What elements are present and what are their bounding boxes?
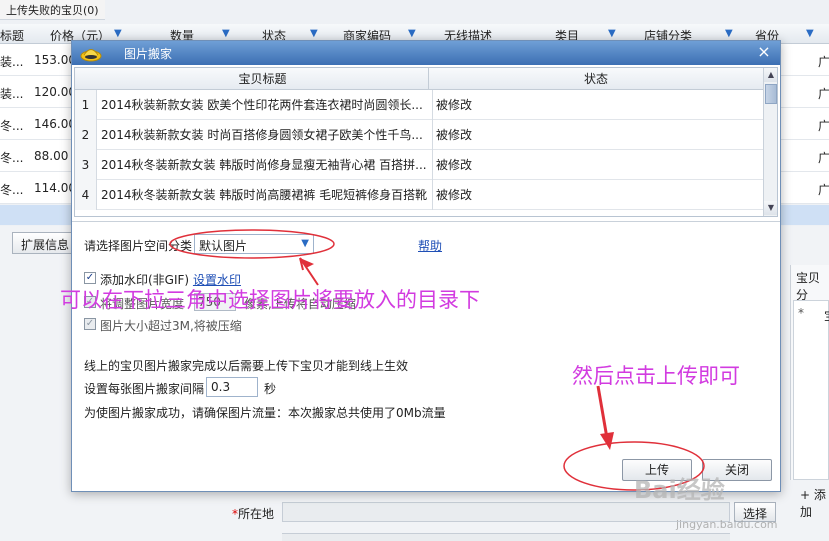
- location-label: *所在地: [232, 507, 275, 521]
- right-panel-inner-text: 宝: [824, 307, 829, 324]
- filter-icon[interactable]: ▼: [222, 28, 230, 39]
- location-field[interactable]: [282, 502, 730, 522]
- row-title: 2014秋冬装新款女装 韩版时尚修身显瘦无袖背心裙 百搭拼...: [101, 158, 427, 172]
- row-title: 2014秋装新款女装 欧美个性印花两件套连衣裙时尚圆领长...: [101, 98, 423, 112]
- row-status: 被修改: [432, 150, 732, 180]
- right-panel-list[interactable]: 宝: [793, 300, 829, 480]
- interval-unit: 秒: [264, 382, 277, 396]
- online-note: 线上的宝贝图片搬家完成以后需要上传下宝贝才能到线上生效: [84, 359, 409, 373]
- grid-row[interactable]: 2 2014秋装新款女装 时尚百搭修身圆领女裙子欧美个性千鸟... 被修改: [75, 120, 763, 150]
- app-logo-icon: [80, 49, 102, 62]
- dropdown-tip: 可以在下拉三角中选择图片将要放入的目录下: [60, 288, 480, 312]
- scroll-down-icon[interactable]: ▼: [764, 201, 777, 215]
- col-title[interactable]: 标题: [0, 27, 24, 44]
- category-value: 默认图片: [199, 239, 248, 253]
- required-mark: *: [798, 306, 804, 320]
- grid-scrollbar[interactable]: ▲ ▼: [763, 68, 777, 216]
- failed-upload-tab[interactable]: 上传失败的宝贝(0): [0, 0, 105, 20]
- image-move-dialog: 图片搬家 × 宝贝标题 状态 1 2014秋装新款女装 欧美个性印花两件套连衣裙…: [71, 40, 781, 492]
- add-button[interactable]: + 添加: [800, 486, 829, 520]
- scroll-thumb[interactable]: [765, 84, 777, 104]
- row-number: 2: [75, 120, 97, 150]
- product-grid: 宝贝标题 状态 1 2014秋装新款女装 欧美个性印花两件套连衣裙时尚圆领长..…: [74, 67, 778, 217]
- dialog-title: 图片搬家: [124, 47, 173, 61]
- category-select[interactable]: 默认图片 ▼: [194, 234, 314, 254]
- help-link[interactable]: 帮助: [418, 237, 442, 254]
- close-icon[interactable]: ×: [754, 42, 774, 62]
- row-number: 3: [75, 150, 97, 180]
- row-title: 2014秋装新款女装 时尚百搭修身圆领女裙子欧美个性千鸟...: [101, 128, 423, 142]
- compress-label: 图片大小超过3M,将被压缩: [100, 319, 242, 333]
- dropdown-arrow-icon[interactable]: ▼: [301, 238, 309, 249]
- interval-input[interactable]: 0.3: [206, 377, 258, 397]
- grid-col-title[interactable]: 宝贝标题: [97, 68, 429, 90]
- baidu-watermark-logo: Bai经验: [634, 476, 725, 504]
- filter-icon[interactable]: ▼: [408, 28, 416, 39]
- row-status: 被修改: [432, 180, 732, 210]
- baidu-watermark-url: jingyan.baidu.com: [676, 518, 778, 531]
- filter-icon[interactable]: ▼: [608, 28, 616, 39]
- filter-icon[interactable]: ▼: [114, 28, 122, 39]
- filter-icon[interactable]: ▼: [806, 28, 814, 39]
- row-status: 被修改: [432, 120, 732, 150]
- divider: [72, 221, 780, 222]
- row-number: 1: [75, 90, 97, 120]
- row-status: 被修改: [432, 90, 732, 120]
- filter-icon[interactable]: ▼: [725, 28, 733, 39]
- grid-row[interactable]: 3 2014秋冬装新款女装 韩版时尚修身显瘦无袖背心裙 百搭拼... 被修改: [75, 150, 763, 180]
- grid-row[interactable]: 1 2014秋装新款女装 欧美个性印花两件套连衣裙时尚圆领长... 被修改: [75, 90, 763, 120]
- upload-tip: 然后点击上传即可: [572, 364, 740, 388]
- bottom-field[interactable]: [282, 533, 730, 541]
- row-title: 2014秋冬装新款女装 韩版时尚高腰裙裤 毛呢短裤修身百搭靴裤: [101, 188, 427, 202]
- watermark-checkbox[interactable]: ✓: [84, 272, 96, 284]
- row-number: 4: [75, 180, 97, 210]
- interval-label: 设置每张图片搬家间隔: [84, 382, 205, 396]
- scroll-up-icon[interactable]: ▲: [764, 68, 777, 82]
- right-panel-label: 宝贝分: [796, 271, 821, 302]
- grid-col-status[interactable]: 状态: [429, 68, 763, 90]
- grid-header: 宝贝标题 状态: [75, 68, 763, 90]
- traffic-note: 为使图片搬家成功，请确保图片流量：本次搬家总共使用了0Mb流量: [84, 406, 446, 420]
- compress-checkbox[interactable]: ✓: [84, 318, 96, 330]
- filter-icon[interactable]: ▼: [310, 28, 318, 39]
- dialog-titlebar[interactable]: 图片搬家 ×: [72, 41, 780, 65]
- grid-row[interactable]: 4 2014秋冬装新款女装 韩版时尚高腰裙裤 毛呢短裤修身百搭靴裤 被修改: [75, 180, 763, 210]
- category-label: 请选择图片空间分类: [84, 239, 193, 253]
